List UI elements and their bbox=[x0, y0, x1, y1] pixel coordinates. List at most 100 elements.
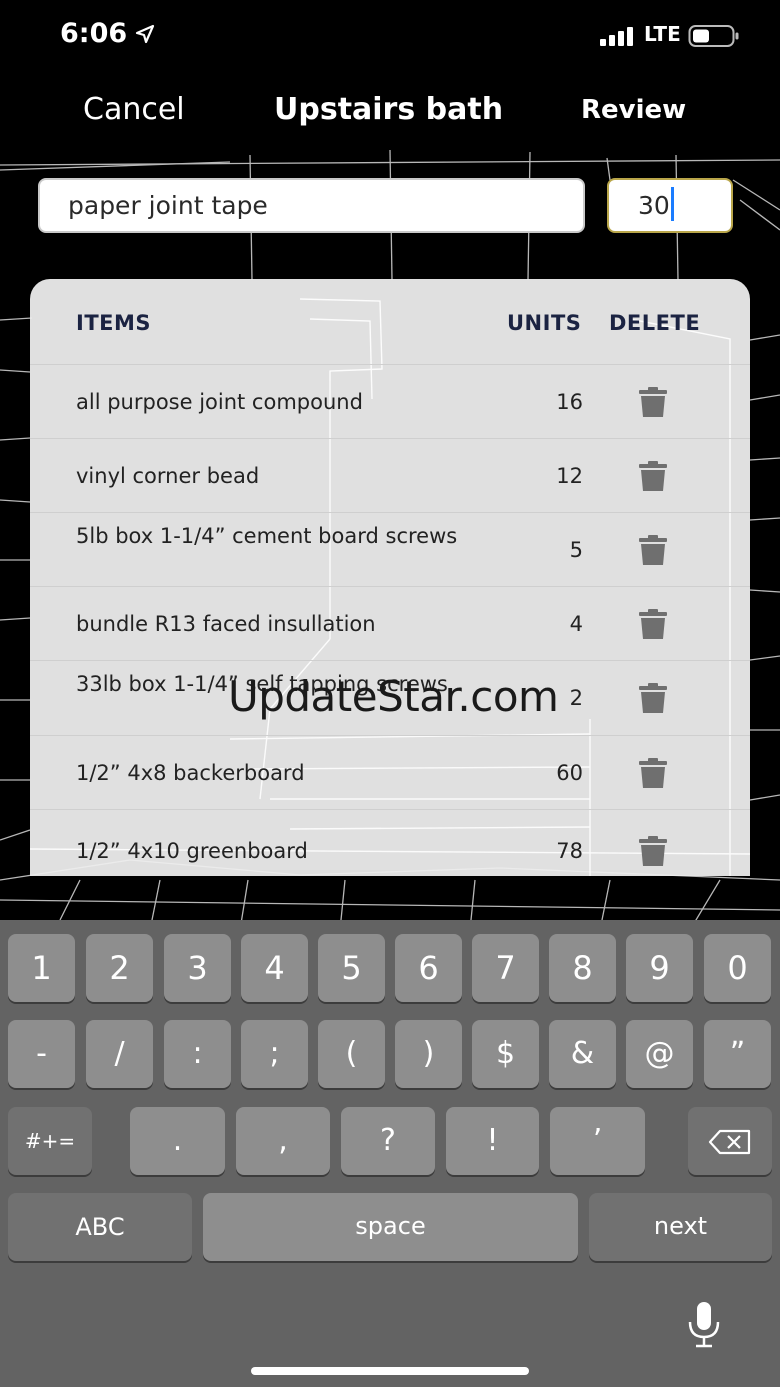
network-type: LTE bbox=[644, 22, 681, 46]
trash-icon[interactable] bbox=[639, 387, 667, 417]
key-at[interactable]: @ bbox=[626, 1020, 693, 1088]
key-label: 8 bbox=[572, 949, 593, 987]
items-table: ITEMS UNITS DELETE all purpose joint com… bbox=[30, 279, 750, 876]
key-2[interactable]: 2 bbox=[86, 934, 153, 1002]
trash-icon[interactable] bbox=[639, 836, 667, 866]
page-title: Upstairs bath bbox=[274, 92, 504, 127]
key-label: ’ bbox=[592, 1123, 603, 1158]
key-hyphen[interactable]: - bbox=[8, 1020, 75, 1088]
key-quote[interactable]: ” bbox=[704, 1020, 771, 1088]
key-label: $ bbox=[495, 1036, 516, 1071]
key-label: 4 bbox=[264, 949, 285, 987]
trash-icon[interactable] bbox=[639, 683, 667, 713]
key-close-paren[interactable]: ) bbox=[395, 1020, 462, 1088]
symbols-key[interactable]: #+= bbox=[8, 1107, 92, 1175]
status-bar: 6:06 LTE bbox=[0, 0, 780, 70]
row-item-name: vinyl corner bead bbox=[76, 464, 260, 488]
key-comma[interactable]: , bbox=[236, 1107, 330, 1175]
key-label: 5 bbox=[341, 949, 362, 987]
key-label: 0 bbox=[727, 949, 748, 987]
key-label: . bbox=[172, 1123, 183, 1158]
key-ampersand[interactable]: & bbox=[549, 1020, 616, 1088]
key-label: next bbox=[653, 1212, 708, 1240]
row-units: 60 bbox=[556, 761, 583, 785]
key-label: & bbox=[570, 1036, 595, 1071]
key-label: @ bbox=[644, 1036, 675, 1071]
key-exclamation[interactable]: ! bbox=[446, 1107, 539, 1175]
key-1[interactable]: 1 bbox=[8, 934, 75, 1002]
row-units: 5 bbox=[569, 538, 583, 562]
review-button[interactable]: Review bbox=[581, 95, 686, 125]
row-item-name: 5lb box 1-1/4” cement board screws bbox=[76, 524, 458, 548]
key-apostrophe[interactable]: ’ bbox=[550, 1107, 645, 1175]
quantity-value: 30 bbox=[638, 191, 670, 220]
trash-icon[interactable] bbox=[639, 461, 667, 491]
table-row: 1/2” 4x10 greenboard 78 bbox=[30, 809, 750, 876]
watermark: UpdateStar.com bbox=[228, 672, 559, 721]
key-dollar[interactable]: $ bbox=[472, 1020, 539, 1088]
key-label: #+= bbox=[24, 1129, 76, 1153]
key-3[interactable]: 3 bbox=[164, 934, 231, 1002]
abc-key[interactable]: ABC bbox=[8, 1193, 192, 1261]
space-key[interactable]: space bbox=[203, 1193, 578, 1261]
key-0[interactable]: 0 bbox=[704, 934, 771, 1002]
row-units: 78 bbox=[556, 839, 583, 863]
row-units: 4 bbox=[569, 612, 583, 636]
key-colon[interactable]: : bbox=[164, 1020, 231, 1088]
key-8[interactable]: 8 bbox=[549, 934, 616, 1002]
key-label: : bbox=[192, 1036, 203, 1071]
item-name-input[interactable]: paper joint tape bbox=[38, 178, 585, 233]
key-label: ! bbox=[486, 1123, 499, 1158]
key-question[interactable]: ? bbox=[341, 1107, 435, 1175]
trash-icon[interactable] bbox=[639, 535, 667, 565]
table-row: bundle R13 faced insullation 4 bbox=[30, 586, 750, 660]
key-label: ) bbox=[422, 1036, 435, 1071]
item-name-value: paper joint tape bbox=[68, 191, 268, 220]
numeric-keyboard: 1 2 3 4 5 6 7 8 9 0 - / : ; ( ) $ & @ ” … bbox=[0, 920, 780, 1387]
key-9[interactable]: 9 bbox=[626, 934, 693, 1002]
row-item-name: 1/2” 4x8 backerboard bbox=[76, 761, 305, 785]
key-label: 7 bbox=[495, 949, 516, 987]
key-4[interactable]: 4 bbox=[241, 934, 308, 1002]
row-units: 12 bbox=[556, 464, 583, 488]
key-6[interactable]: 6 bbox=[395, 934, 462, 1002]
column-header-delete: DELETE bbox=[609, 311, 701, 335]
key-period[interactable]: . bbox=[130, 1107, 225, 1175]
key-slash[interactable]: / bbox=[86, 1020, 153, 1088]
key-label: ” bbox=[729, 1036, 746, 1071]
key-label: space bbox=[355, 1212, 426, 1240]
signal-strength-icon bbox=[600, 27, 633, 46]
key-open-paren[interactable]: ( bbox=[318, 1020, 385, 1088]
key-label: ; bbox=[269, 1036, 280, 1071]
battery-icon bbox=[688, 25, 739, 47]
trash-icon[interactable] bbox=[639, 609, 667, 639]
table-row: 1/2” 4x8 backerboard 60 bbox=[30, 735, 750, 809]
quantity-input[interactable]: 30 bbox=[607, 178, 733, 233]
key-label: 6 bbox=[418, 949, 439, 987]
home-indicator[interactable] bbox=[251, 1367, 529, 1375]
row-item-name: all purpose joint compound bbox=[76, 390, 363, 414]
key-5[interactable]: 5 bbox=[318, 934, 385, 1002]
column-header-units: UNITS bbox=[507, 311, 582, 335]
key-label: , bbox=[278, 1123, 288, 1158]
table-row: all purpose joint compound 16 bbox=[30, 364, 750, 438]
key-label: 2 bbox=[109, 949, 130, 987]
microphone-icon[interactable] bbox=[684, 1300, 724, 1350]
key-semicolon[interactable]: ; bbox=[241, 1020, 308, 1088]
row-units: 2 bbox=[569, 686, 583, 710]
next-key[interactable]: next bbox=[589, 1193, 772, 1261]
cancel-button[interactable]: Cancel bbox=[83, 92, 185, 127]
table-row: vinyl corner bead 12 bbox=[30, 438, 750, 512]
key-label: 1 bbox=[31, 949, 52, 987]
key-label: ? bbox=[380, 1123, 396, 1158]
text-cursor bbox=[670, 187, 674, 221]
row-item-name: bundle R13 faced insullation bbox=[76, 612, 376, 636]
backspace-key[interactable] bbox=[688, 1107, 772, 1175]
key-label: 9 bbox=[649, 949, 670, 987]
key-7[interactable]: 7 bbox=[472, 934, 539, 1002]
column-header-items: ITEMS bbox=[76, 311, 152, 335]
trash-icon[interactable] bbox=[639, 758, 667, 788]
table-row: 5lb box 1-1/4” cement board screws 5 bbox=[30, 512, 750, 586]
location-arrow-icon bbox=[135, 24, 155, 44]
key-label: / bbox=[114, 1036, 125, 1071]
